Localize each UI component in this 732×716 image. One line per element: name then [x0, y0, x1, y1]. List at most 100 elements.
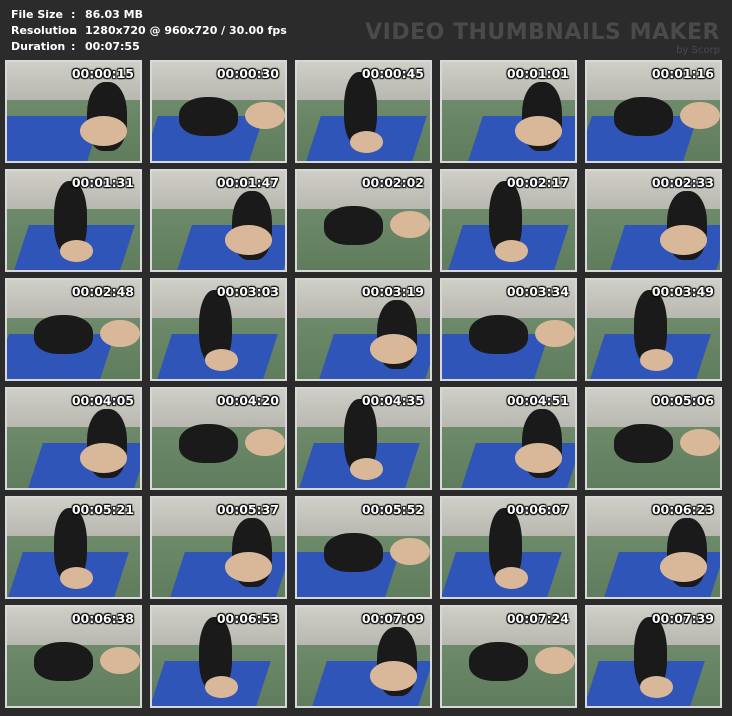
thumbnail-timestamp: 00:04:51	[506, 393, 569, 408]
thumbnail-timestamp: 00:04:35	[361, 393, 424, 408]
thumbnail-timestamp: 00:07:09	[361, 611, 424, 626]
thumbnail-frame: 00:00:30	[150, 60, 287, 163]
thumbnail-timestamp: 00:06:23	[651, 502, 714, 517]
thumbnail-frame: 00:03:03	[150, 278, 287, 381]
thumbnail-timestamp: 00:02:48	[71, 284, 134, 299]
thumbnail-timestamp: 00:01:01	[506, 66, 569, 81]
resolution-label: Resolution	[11, 24, 78, 37]
thumbnail-frame: 00:01:01	[440, 60, 577, 163]
thumbnail-timestamp: 00:02:02	[361, 175, 424, 190]
thumbnail-figure	[370, 334, 417, 365]
thumbnail-timestamp: 00:07:39	[651, 611, 714, 626]
thumbnail-figure	[535, 646, 575, 675]
thumbnail-figure	[660, 552, 707, 583]
thumbnail-frame: 00:05:52	[295, 496, 432, 599]
thumbnail-figure	[33, 314, 94, 355]
thumbnail-timestamp: 00:04:20	[216, 393, 279, 408]
thumbnail-timestamp: 00:00:15	[71, 66, 134, 81]
thumbnail-figure	[515, 116, 562, 147]
thumbnail-timestamp: 00:07:24	[506, 611, 569, 626]
thumbnail-frame: 00:06:07	[440, 496, 577, 599]
thumbnail-timestamp: 00:00:45	[361, 66, 424, 81]
sheet-header: File Size : 86.03 MB Resolution : 1280x7…	[0, 0, 732, 58]
thumbnail-figure	[613, 423, 674, 464]
thumbnail-figure	[468, 641, 529, 682]
thumbnail-frame: 00:07:09	[295, 605, 432, 708]
thumbnail-frame: 00:04:20	[150, 387, 287, 490]
file-size-row: File Size : 86.03 MB	[11, 7, 287, 23]
thumbnail-frame: 00:05:06	[585, 387, 722, 490]
thumbnail-grid: 00:00:15 00:00:30 00:00:45 00:01:01 00:01:16…	[5, 60, 729, 712]
thumbnail-figure	[225, 552, 272, 583]
separator: :	[71, 40, 76, 53]
thumbnail-figure	[80, 443, 127, 474]
thumbnail-timestamp: 00:02:17	[506, 175, 569, 190]
thumbnail-figure	[680, 428, 720, 457]
thumbnail-figure	[515, 443, 562, 474]
file-size-label: File Size	[11, 8, 63, 21]
resolution-value: 1280x720 @ 960x720 / 30.00 fps	[85, 24, 287, 37]
separator: :	[71, 24, 76, 37]
thumbnail-figure	[323, 532, 384, 573]
thumbnail-frame: 00:06:53	[150, 605, 287, 708]
thumbnail-figure	[660, 225, 707, 256]
thumbnail-figure	[323, 205, 384, 246]
thumbnail-timestamp: 00:03:34	[506, 284, 569, 299]
thumbnail-frame: 00:00:45	[295, 60, 432, 163]
thumbnail-frame: 00:01:16	[585, 60, 722, 163]
thumbnail-timestamp: 00:06:07	[506, 502, 569, 517]
thumbnail-timestamp: 00:03:19	[361, 284, 424, 299]
thumbnail-figure	[245, 428, 285, 457]
brand-subtitle: by Scorp	[676, 45, 720, 56]
thumbnail-figure	[178, 423, 239, 464]
thumbnail-figure	[370, 661, 417, 692]
thumbnail-figure	[390, 210, 430, 239]
thumbnail-frame: 00:03:49	[585, 278, 722, 381]
thumbnail-frame: 00:00:15	[5, 60, 142, 163]
thumbnail-timestamp: 00:05:06	[651, 393, 714, 408]
thumbnail-frame: 00:05:37	[150, 496, 287, 599]
file-info: File Size : 86.03 MB Resolution : 1280x7…	[11, 7, 287, 55]
thumbnail-figure	[245, 101, 285, 130]
duration-row: Duration : 00:07:55	[11, 39, 287, 55]
thumbnail-figure	[100, 319, 140, 348]
thumbnail-timestamp: 00:05:52	[361, 502, 424, 517]
thumbnail-timestamp: 00:00:30	[216, 66, 279, 81]
thumbnail-timestamp: 00:01:16	[651, 66, 714, 81]
duration-label: Duration	[11, 40, 66, 53]
separator: :	[71, 8, 76, 21]
thumbnail-frame: 00:02:48	[5, 278, 142, 381]
thumbnail-frame: 00:01:31	[5, 169, 142, 272]
thumbnail-figure	[80, 116, 127, 147]
thumbnail-frame: 00:03:34	[440, 278, 577, 381]
thumbnail-frame: 00:06:23	[585, 496, 722, 599]
thumbnail-timestamp: 00:03:03	[216, 284, 279, 299]
thumbnail-figure	[680, 101, 720, 130]
thumbnail-figure	[178, 96, 239, 137]
thumbnail-timestamp: 00:01:47	[216, 175, 279, 190]
thumbnail-frame: 00:01:47	[150, 169, 287, 272]
thumbnail-frame: 00:02:33	[585, 169, 722, 272]
resolution-row: Resolution : 1280x720 @ 960x720 / 30.00 …	[11, 23, 287, 39]
thumbnail-timestamp: 00:06:38	[71, 611, 134, 626]
duration-value: 00:07:55	[85, 40, 140, 53]
thumbnail-frame: 00:06:38	[5, 605, 142, 708]
thumbnail-figure	[535, 319, 575, 348]
brand-watermark: VIDEO THUMBNAILS MAKER	[365, 20, 720, 45]
thumbnail-frame: 00:07:39	[585, 605, 722, 708]
thumbnail-figure	[390, 537, 430, 566]
thumbnail-timestamp: 00:03:49	[651, 284, 714, 299]
thumbnail-frame: 00:02:02	[295, 169, 432, 272]
thumbnail-timestamp: 00:02:33	[651, 175, 714, 190]
thumbnail-frame: 00:02:17	[440, 169, 577, 272]
thumbnail-timestamp: 00:06:53	[216, 611, 279, 626]
thumbnail-frame: 00:04:51	[440, 387, 577, 490]
thumbnail-figure	[613, 96, 674, 137]
thumbnail-timestamp: 00:05:37	[216, 502, 279, 517]
thumbnail-frame: 00:07:24	[440, 605, 577, 708]
thumbnail-figure	[100, 646, 140, 675]
thumbnail-frame: 00:03:19	[295, 278, 432, 381]
thumbnail-timestamp: 00:01:31	[71, 175, 134, 190]
thumbnail-frame: 00:04:35	[295, 387, 432, 490]
thumbnail-figure	[33, 641, 94, 682]
